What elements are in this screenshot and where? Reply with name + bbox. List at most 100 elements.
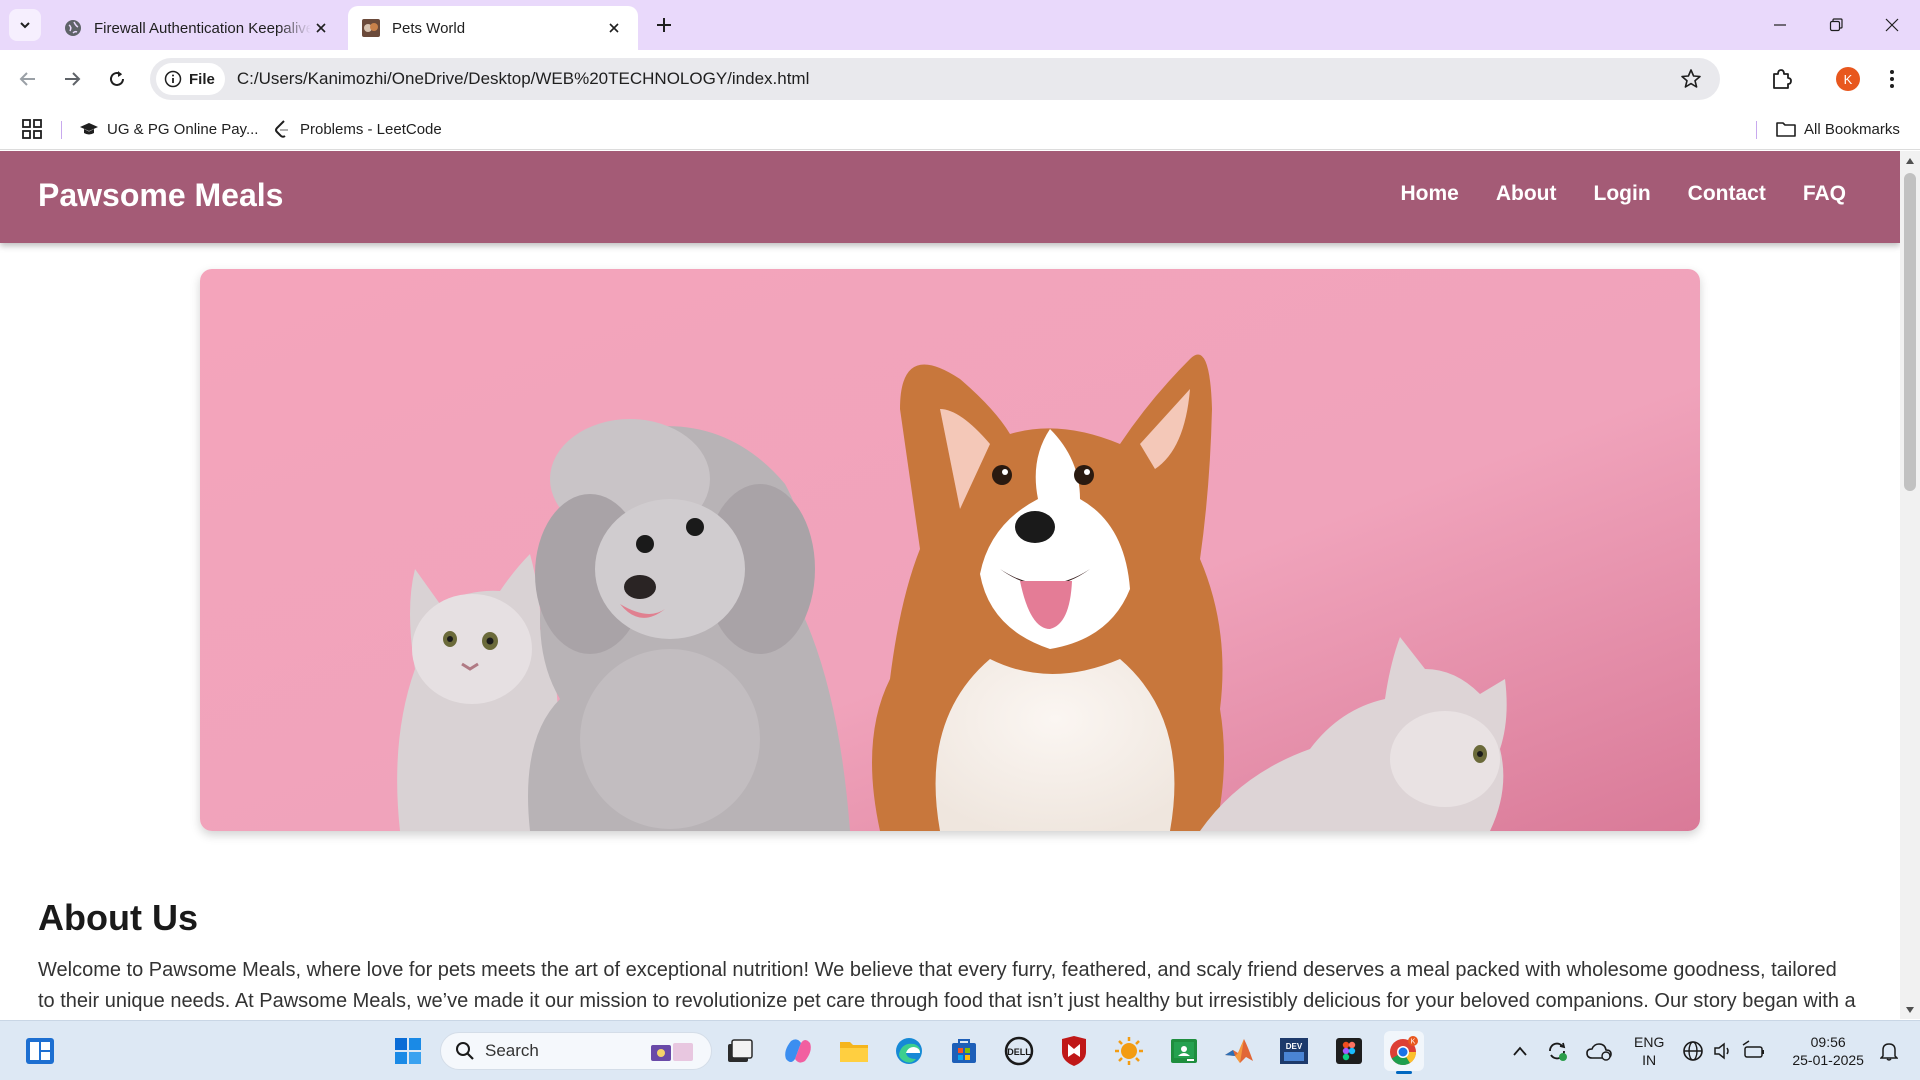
network-globe-icon[interactable] (1682, 1040, 1704, 1062)
tab-search-button[interactable] (9, 9, 41, 41)
language-indicator[interactable]: ENG IN (1634, 1033, 1664, 1069)
pets-photo (200, 269, 1700, 831)
tab-title: Pets World (392, 19, 466, 37)
restore-icon (1829, 18, 1843, 32)
scroll-down-arrow-icon[interactable] (1905, 1005, 1915, 1015)
address-bar[interactable]: File C:/Users/Kanimozhi/OneDrive/Desktop… (150, 58, 1720, 100)
close-icon[interactable] (604, 18, 624, 38)
site-info-chip[interactable]: File (156, 63, 225, 95)
chevron-up-icon[interactable] (1512, 1046, 1528, 1056)
classroom-button[interactable] (1164, 1031, 1204, 1071)
close-window-button[interactable] (1864, 0, 1920, 50)
tab-firewall[interactable]: Firewall Authentication Keepalive (50, 6, 345, 50)
reload-icon (110, 71, 124, 86)
extensions-button[interactable] (1765, 63, 1797, 95)
hero-image (200, 269, 1700, 831)
widgets-button[interactable] (20, 1031, 60, 1071)
graduation-cap-icon (79, 120, 99, 138)
close-icon[interactable] (311, 18, 331, 38)
clock[interactable]: 09:56 25-01-2025 (1792, 1033, 1864, 1069)
matlab-button[interactable] (1219, 1031, 1259, 1071)
minimize-button[interactable] (1752, 0, 1808, 50)
bookmark-star-icon[interactable] (1680, 68, 1702, 90)
site-chip-label: File (189, 70, 215, 88)
dell-icon: DELL (1004, 1036, 1034, 1066)
site-logo[interactable]: Pawsome Meals (38, 177, 283, 214)
svg-text:DEV: DEV (1286, 1042, 1303, 1051)
edge-button[interactable] (889, 1031, 929, 1071)
copilot-button[interactable] (778, 1031, 818, 1071)
folder-icon (1776, 120, 1796, 138)
sync-icon[interactable] (1546, 1040, 1568, 1062)
close-icon (1885, 18, 1899, 32)
restore-button[interactable] (1808, 0, 1864, 50)
chrome-icon: K (1390, 1036, 1418, 1066)
bookmark-separator (61, 121, 62, 139)
forward-button[interactable] (56, 63, 88, 95)
taskbar-search[interactable]: Search (440, 1032, 712, 1070)
svg-text:K: K (1411, 1039, 1416, 1046)
bookmark-label: Problems - LeetCode (300, 120, 442, 138)
puzzle-icon (1773, 69, 1792, 89)
chevron-down-icon (20, 22, 30, 29)
back-button[interactable] (12, 63, 44, 95)
leetcode-icon (272, 120, 292, 138)
url-text[interactable]: C:/Users/Kanimozhi/OneDrive/Desktop/WEB%… (237, 69, 810, 89)
svg-text:DELL: DELL (1007, 1047, 1031, 1057)
browser-toolbar: File C:/Users/Kanimozhi/OneDrive/Desktop… (0, 50, 1920, 108)
bookmark-ug-pg[interactable]: UG & PG Online Pay... (79, 118, 258, 140)
nav-link-contact[interactable]: Contact (1688, 182, 1766, 206)
globe-icon (64, 19, 82, 37)
onedrive-icon[interactable] (1586, 1041, 1612, 1061)
avatar: K (1836, 67, 1860, 91)
about-paragraph: Welcome to Pawsome Meals, where love for… (38, 959, 1856, 1012)
start-button[interactable] (388, 1031, 428, 1071)
volume-icon[interactable] (1712, 1040, 1734, 1062)
system-tray: ENG IN 09:56 25-01-2025 (1512, 1021, 1898, 1080)
reload-button[interactable] (101, 63, 133, 95)
nav-link-login[interactable]: Login (1594, 182, 1651, 206)
store-icon (952, 1039, 976, 1063)
all-bookmarks-button[interactable]: All Bookmarks (1776, 118, 1900, 140)
menu-button[interactable] (1876, 63, 1908, 95)
store-button[interactable] (944, 1031, 984, 1071)
mcafee-button[interactable] (1054, 1031, 1094, 1071)
window-controls (1752, 0, 1920, 50)
tab-pets-world[interactable]: Pets World (348, 6, 638, 50)
scroll-thumb[interactable] (1904, 173, 1916, 491)
clock-time: 09:56 (1810, 1034, 1846, 1050)
notification-bell-icon[interactable] (1879, 1041, 1898, 1061)
nav-link-about[interactable]: About (1496, 182, 1557, 206)
minimize-icon (1774, 24, 1786, 26)
scroll-up-arrow-icon[interactable] (1905, 156, 1915, 166)
classroom-icon (1171, 1039, 1197, 1063)
task-view-button[interactable] (720, 1031, 760, 1071)
pets-favicon-icon (362, 19, 380, 37)
nav-link-home[interactable]: Home (1400, 182, 1458, 206)
nav-link-faq[interactable]: FAQ (1803, 182, 1846, 206)
bookmark-label: UG & PG Online Pay... (107, 120, 259, 138)
kebab-menu-icon (1890, 70, 1894, 88)
bookmark-leetcode[interactable]: Problems - LeetCode (272, 118, 442, 140)
site-nav: Home About Login Contact FAQ (1400, 182, 1846, 206)
page-viewport: Pawsome Meals Home About Login Contact F… (0, 151, 1900, 1019)
devc-button[interactable]: DEV (1274, 1031, 1314, 1071)
search-icon (456, 1042, 474, 1060)
battery-icon[interactable] (1742, 1040, 1766, 1062)
tab-strip: Firewall Authentication Keepalive Pets W… (0, 0, 1920, 50)
apps-button[interactable] (22, 118, 42, 140)
dell-button[interactable]: DELL (999, 1031, 1039, 1071)
chrome-button[interactable]: K (1384, 1031, 1424, 1074)
page-scrollbar[interactable] (1900, 151, 1920, 1019)
arrow-left-icon (19, 72, 35, 86)
mcafee-icon (1062, 1036, 1086, 1066)
all-bookmarks-label: All Bookmarks (1804, 120, 1900, 138)
file-explorer-button[interactable] (834, 1031, 874, 1071)
weather-button[interactable] (1109, 1031, 1149, 1071)
figma-button[interactable] (1329, 1031, 1369, 1071)
profile-button[interactable]: K (1832, 63, 1864, 95)
new-tab-button[interactable] (650, 11, 678, 39)
bookmark-separator (1756, 121, 1757, 139)
arrow-right-icon (65, 72, 81, 86)
figma-icon (1336, 1038, 1362, 1064)
